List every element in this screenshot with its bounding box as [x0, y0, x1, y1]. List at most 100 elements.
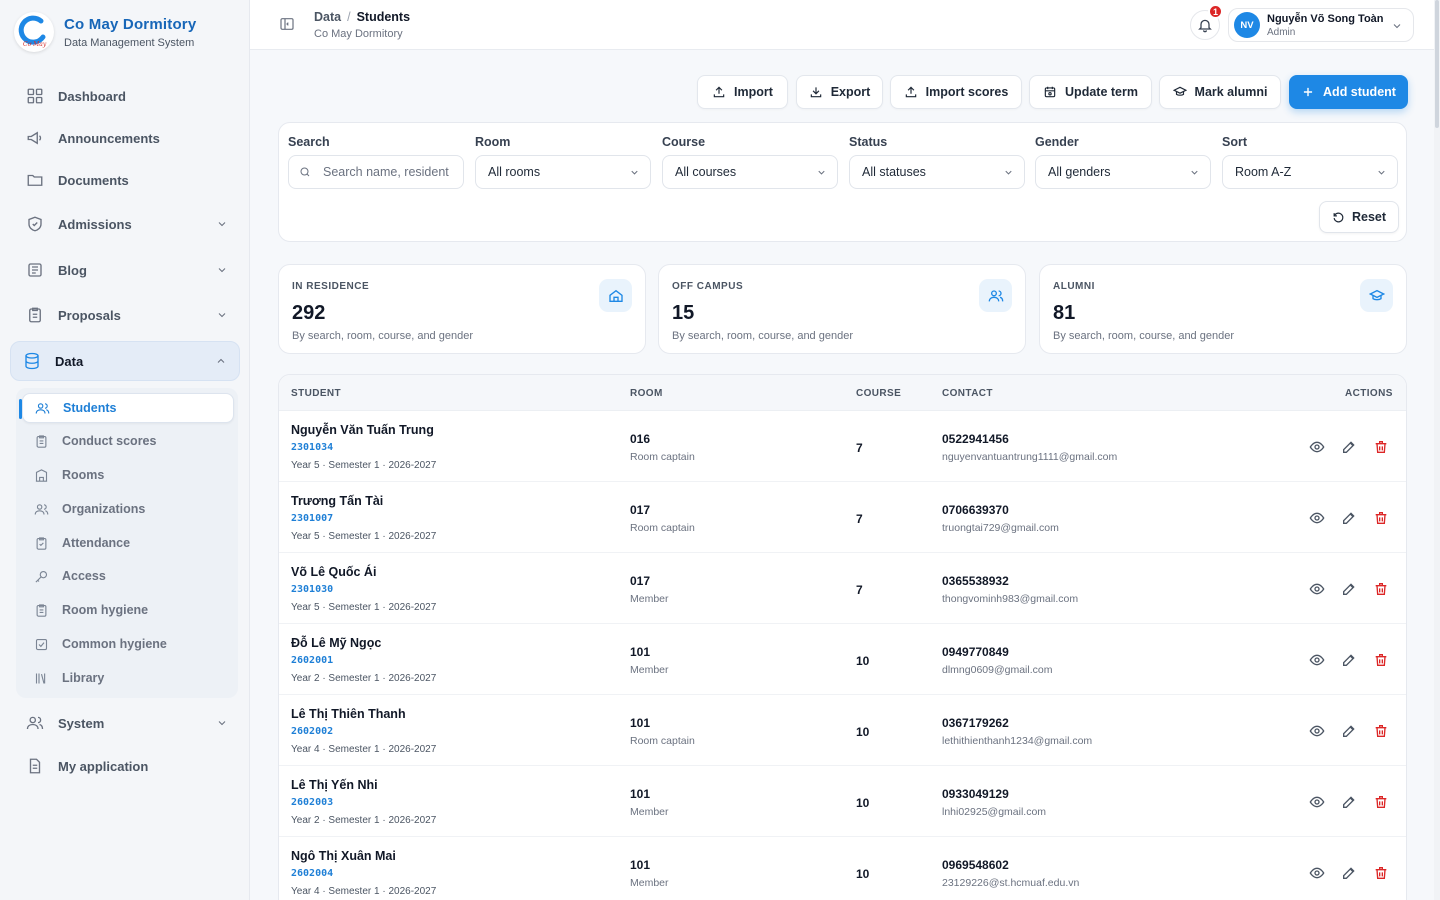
- import-button[interactable]: Import: [697, 75, 788, 109]
- delete-icon[interactable]: [1373, 581, 1389, 597]
- chevron-down-icon: [1378, 170, 1385, 175]
- sidebar-item-data[interactable]: Data: [10, 341, 240, 381]
- sidebar-toggle-icon[interactable]: [279, 16, 295, 32]
- sidebar-item-announcements[interactable]: Announcements: [14, 119, 240, 157]
- brand[interactable]: Cơ May Co May Dormitory Data Management …: [14, 12, 196, 52]
- room-number: 017: [630, 503, 651, 517]
- search-field[interactable]: [288, 155, 464, 189]
- student-name: Lê Thị Thiên Thanh: [291, 707, 406, 721]
- delete-icon[interactable]: [1373, 652, 1389, 668]
- student-id[interactable]: 2301030: [291, 584, 333, 595]
- room-number: 101: [630, 645, 651, 659]
- library-icon: [35, 673, 46, 684]
- grid-icon: [27, 88, 43, 104]
- sidebar-subitem-organizations[interactable]: Organizations: [22, 494, 234, 524]
- import-scores-button[interactable]: Import scores: [890, 75, 1022, 109]
- contact-email: nguyenvantuantrung1111@gmail.com: [942, 451, 1118, 463]
- table-row[interactable]: Ngô Thị Xuân Mai 2602004 Year 4 · Semester…: [279, 837, 1406, 900]
- sidebar-item-blog[interactable]: Blog: [14, 251, 240, 289]
- student-id[interactable]: 2301034: [291, 442, 333, 453]
- sidebar-item-proposals[interactable]: Proposals: [14, 296, 240, 334]
- sidebar-item-documents[interactable]: Documents: [14, 161, 240, 199]
- delete-icon[interactable]: [1373, 510, 1389, 526]
- contact-email: truongtai729@gmail.com: [942, 522, 1059, 534]
- room-number: 101: [630, 716, 651, 730]
- column-room: ROOM: [630, 388, 663, 399]
- sidebar-subitem-common-hygiene[interactable]: Common hygiene: [22, 629, 234, 659]
- table-row[interactable]: Nguyễn Văn Tuấn Trung 2301034 Year 5 · Sem…: [279, 411, 1406, 482]
- gender-select[interactable]: All genders: [1035, 155, 1211, 189]
- course-number: 10: [856, 725, 870, 739]
- sidebar-item-my-application[interactable]: My application: [14, 747, 240, 785]
- stat-card-off-campus: OFF CAMPUS 15 By search, room, course, a…: [658, 264, 1026, 354]
- student-id[interactable]: 2602002: [291, 726, 333, 737]
- course-select[interactable]: All courses: [662, 155, 838, 189]
- file-text-icon: [29, 758, 41, 774]
- edit-icon[interactable]: [1341, 439, 1357, 455]
- breadcrumb-data[interactable]: Data: [314, 10, 341, 24]
- view-icon[interactable]: [1309, 581, 1325, 597]
- edit-icon[interactable]: [1341, 510, 1357, 526]
- edit-icon[interactable]: [1341, 865, 1357, 881]
- student-id[interactable]: 2602001: [291, 655, 333, 666]
- add-student-button[interactable]: Add student: [1289, 75, 1408, 109]
- room-role: Member: [630, 664, 669, 676]
- chevron-down-icon: [218, 721, 226, 726]
- key-icon: [35, 570, 48, 583]
- table-row[interactable]: Đỗ Lê Mỹ Ngọc 2602001 Year 2 · Semester 1 …: [279, 624, 1406, 695]
- table-row[interactable]: Lê Thị Thiên Thanh 2602002 Year 4 · Semest…: [279, 695, 1406, 766]
- edit-icon[interactable]: [1341, 723, 1357, 739]
- room-select[interactable]: All rooms: [475, 155, 651, 189]
- mark-alumni-button[interactable]: Mark alumni: [1159, 75, 1281, 109]
- edit-icon[interactable]: [1341, 794, 1357, 810]
- view-icon[interactable]: [1309, 439, 1325, 455]
- sidebar-subitem-room-hygiene[interactable]: Room hygiene: [22, 595, 234, 625]
- sidebar-subitem-students[interactable]: Students: [19, 393, 234, 423]
- student-id[interactable]: 2301007: [291, 513, 333, 524]
- reset-button[interactable]: Reset: [1319, 201, 1399, 233]
- view-icon[interactable]: [1309, 865, 1325, 881]
- table-row[interactable]: Võ Lê Quốc Ái 2301030 Year 5 · Semester 1 …: [279, 553, 1406, 624]
- upload-icon: [905, 86, 916, 98]
- delete-icon[interactable]: [1373, 794, 1389, 810]
- status-select[interactable]: All statuses: [849, 155, 1025, 189]
- search-input[interactable]: [323, 165, 463, 179]
- view-icon[interactable]: [1309, 794, 1325, 810]
- update-term-button[interactable]: Update term: [1029, 75, 1152, 109]
- delete-icon[interactable]: [1373, 439, 1389, 455]
- sidebar-subitem-rooms[interactable]: Rooms: [22, 460, 234, 490]
- sidebar-item-dashboard[interactable]: Dashboard: [14, 77, 240, 115]
- student-id[interactable]: 2602003: [291, 797, 333, 808]
- sidebar-subitem-conduct-scores[interactable]: Conduct scores: [22, 426, 234, 456]
- student-id[interactable]: 2602004: [291, 868, 333, 879]
- user-name: Nguyễn Võ Song Toàn: [1267, 12, 1384, 25]
- sidebar-subitem-access[interactable]: Access: [22, 561, 234, 591]
- user-menu[interactable]: NV Nguyễn Võ Song Toàn Admin: [1228, 8, 1414, 42]
- view-icon[interactable]: [1309, 723, 1325, 739]
- edit-icon[interactable]: [1341, 581, 1357, 597]
- column-student: STUDENT: [291, 388, 342, 399]
- page-scrollbar[interactable]: [1434, 0, 1440, 900]
- delete-icon[interactable]: [1373, 865, 1389, 881]
- view-icon[interactable]: [1309, 510, 1325, 526]
- stat-value: 15: [672, 302, 695, 324]
- sidebar-item-system[interactable]: System: [14, 704, 240, 742]
- clipboard-icon: [36, 603, 47, 617]
- sidebar-item-admissions[interactable]: Admissions: [14, 205, 240, 243]
- svg-text:Cơ May: Cơ May: [23, 41, 47, 48]
- download-icon: [810, 87, 821, 98]
- delete-icon[interactable]: [1373, 723, 1389, 739]
- sort-select[interactable]: Room A-Z: [1222, 155, 1398, 189]
- sidebar-subitem-library[interactable]: Library: [22, 663, 234, 693]
- room-role: Room captain: [630, 735, 695, 747]
- table-row[interactable]: Trương Tấn Tài 2301007 Year 5 · Semester 1…: [279, 482, 1406, 553]
- scrollbar-thumb[interactable]: [1435, 0, 1439, 128]
- view-icon[interactable]: [1309, 652, 1325, 668]
- contact-phone: 0933049129: [942, 787, 1009, 801]
- edit-icon[interactable]: [1341, 652, 1357, 668]
- export-button[interactable]: Export: [796, 75, 883, 109]
- student-name: Ngô Thị Xuân Mai: [291, 849, 396, 863]
- folder-icon: [27, 174, 43, 186]
- table-row[interactable]: Lê Thị Yến Nhi 2602003 Year 2 · Semester 1…: [279, 766, 1406, 837]
- sidebar-subitem-attendance[interactable]: Attendance: [22, 528, 234, 558]
